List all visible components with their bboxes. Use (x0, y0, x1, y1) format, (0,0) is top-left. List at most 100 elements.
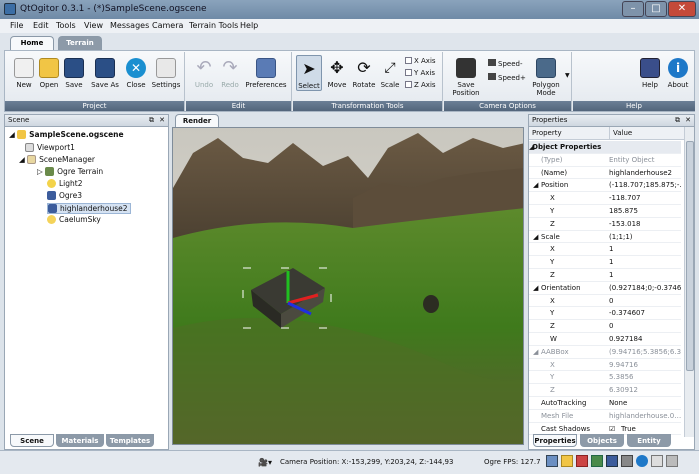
tree-item-sky[interactable]: CaelumSky (47, 215, 101, 224)
tree-item-viewport[interactable]: Viewport1 (25, 143, 75, 152)
rotate-button[interactable]: ⟳ Rotate (351, 58, 377, 89)
render-viewport[interactable] (172, 127, 524, 445)
property-row[interactable]: AutoTracking None (529, 397, 681, 410)
close-icon[interactable]: ✕ (685, 115, 691, 126)
menu-file[interactable]: File (10, 21, 23, 30)
checkbox-icon[interactable]: ☑ (609, 423, 615, 435)
grid-icon[interactable] (591, 455, 603, 467)
tree-item-house[interactable]: highlanderhouse2 (47, 203, 131, 214)
expand-arrow-icon[interactable]: ◢ (533, 282, 538, 294)
expand-arrow-icon[interactable]: ◢ (533, 231, 538, 243)
tree-item-root[interactable]: ◢ SampleScene.ogscene (9, 130, 124, 139)
tree-item-light[interactable]: Light2 (47, 179, 83, 188)
save-button[interactable]: Save (63, 58, 85, 89)
tree-item-scenemanager[interactable]: ◢ SceneManager (19, 155, 95, 164)
property-key: Y (550, 207, 555, 215)
menu-camera[interactable]: Camera (152, 21, 183, 30)
tab-terrain[interactable]: Terrain (58, 36, 102, 50)
close-window-button[interactable]: ✕ (668, 1, 696, 17)
settings-button[interactable]: Settings (151, 58, 181, 89)
z-axis-checkbox[interactable]: Z Axis (405, 81, 436, 89)
maximize-button[interactable]: □ (645, 1, 667, 17)
property-value: 9.94716 (609, 360, 638, 369)
property-row[interactable]: ◢ Object Properties (529, 141, 681, 154)
speed-plus-button[interactable]: Speed+ (488, 73, 526, 82)
dropdown-arrow-icon[interactable]: ▼ (565, 72, 570, 79)
tree-item-terrain[interactable]: ▷ Ogre Terrain (37, 167, 103, 176)
property-key: AABBox (541, 347, 569, 356)
settings-icon[interactable] (621, 455, 633, 467)
close-icon[interactable]: ✕ (159, 115, 165, 126)
menu-help[interactable]: Help (240, 21, 258, 30)
tab-templates[interactable]: Templates (106, 434, 154, 447)
scale-button[interactable]: ⤢ Scale (379, 58, 401, 89)
menu-messages[interactable]: Messages (110, 21, 149, 30)
property-row[interactable]: Y1 (529, 256, 681, 269)
property-row[interactable]: X 9.94716 (529, 359, 681, 372)
move-button[interactable]: ✥ Move (325, 58, 349, 89)
tab-objects[interactable]: Objects (580, 434, 624, 447)
property-row[interactable]: ◢ Scale (1;1;1) (529, 231, 681, 244)
y-axis-checkbox[interactable]: Y Axis (405, 69, 435, 77)
polygon-mode-button[interactable]: Polygon Mode (528, 58, 564, 97)
camera-icon[interactable] (651, 455, 663, 467)
open-button[interactable]: Open (38, 58, 60, 89)
camera-status-icon[interactable]: 🎥▾ (258, 458, 272, 467)
tab-properties[interactable]: Properties (533, 434, 577, 447)
menu-edit[interactable]: Edit (33, 21, 49, 30)
menu-terrain-tools[interactable]: Terrain Tools (189, 21, 238, 30)
info-icon[interactable] (636, 455, 648, 467)
property-row[interactable]: Z1 (529, 269, 681, 282)
minimize-button[interactable]: – (622, 1, 644, 17)
redo-button[interactable]: ↷ Redo (218, 58, 242, 90)
entity-icon[interactable] (606, 455, 618, 467)
property-row[interactable]: ◢ Orientation (0.927184;0;-0.3746… (529, 282, 681, 295)
new-button[interactable]: New (13, 58, 35, 89)
layout-icon[interactable] (546, 455, 558, 467)
property-row[interactable]: X0 (529, 295, 681, 308)
tab-render[interactable]: Render (175, 114, 219, 128)
undo-button[interactable]: ↶ Undo (192, 58, 216, 90)
grid-snap-icon[interactable] (666, 455, 678, 467)
menu-view[interactable]: View (84, 21, 103, 30)
preferences-button[interactable]: Preferences (244, 58, 288, 89)
tab-materials[interactable]: Materials (56, 434, 104, 447)
select-button[interactable]: ➤ Select (296, 55, 322, 91)
float-icon[interactable]: ⧉ (675, 115, 680, 126)
help-button[interactable]: Help (639, 58, 661, 89)
settings-icon (156, 58, 176, 78)
property-row[interactable]: ◢ AABBox (9.94716;5.3856;6.3… (529, 346, 681, 359)
property-row[interactable]: Y 5.3856 (529, 371, 681, 385)
property-row[interactable]: X1 (529, 243, 681, 257)
float-icon[interactable]: ⧉ (149, 115, 154, 126)
property-row[interactable]: Mesh File highlanderhouse.0… (529, 410, 681, 423)
save-as-button[interactable]: Save As (90, 58, 120, 89)
x-axis-checkbox[interactable]: X Axis (405, 57, 436, 65)
folder-icon[interactable] (561, 455, 573, 467)
property-row[interactable]: X -118.707 (529, 192, 681, 205)
record-icon[interactable] (576, 455, 588, 467)
scrollbar-thumb[interactable] (686, 141, 694, 371)
menu-tools[interactable]: Tools (56, 21, 76, 30)
tree-item-ogre[interactable]: Ogre3 (47, 191, 82, 200)
property-row[interactable]: W 0.927184 (529, 333, 681, 346)
expand-arrow-icon[interactable]: ◢ (533, 346, 538, 358)
property-row[interactable]: Z -153.018 (529, 218, 681, 231)
property-row[interactable]: Y 185.875 (529, 205, 681, 218)
ogre-figure[interactable] (423, 295, 439, 313)
close-button[interactable]: ✕ Close (124, 58, 148, 89)
property-row[interactable]: ◢ Position (-118.707;185.875;-… (529, 179, 681, 193)
tab-scene[interactable]: Scene (10, 434, 54, 447)
property-row[interactable]: (Type) Entity Object (529, 154, 681, 167)
about-button[interactable]: i About (665, 58, 691, 89)
tab-entity[interactable]: Entity (627, 434, 671, 447)
properties-scrollbar[interactable] (684, 127, 694, 437)
property-row[interactable]: Z 6.30912 (529, 384, 681, 397)
property-row[interactable]: (Name) highlanderhouse2 (529, 167, 681, 180)
speed-minus-button[interactable]: Speed- (488, 59, 522, 68)
tab-home[interactable]: Home (10, 36, 54, 50)
property-row[interactable]: Z0 (529, 320, 681, 333)
property-row[interactable]: Y -0.374607 (529, 307, 681, 321)
expand-arrow-icon[interactable]: ◢ (533, 179, 538, 191)
save-position-button[interactable]: Save Position (448, 58, 484, 97)
